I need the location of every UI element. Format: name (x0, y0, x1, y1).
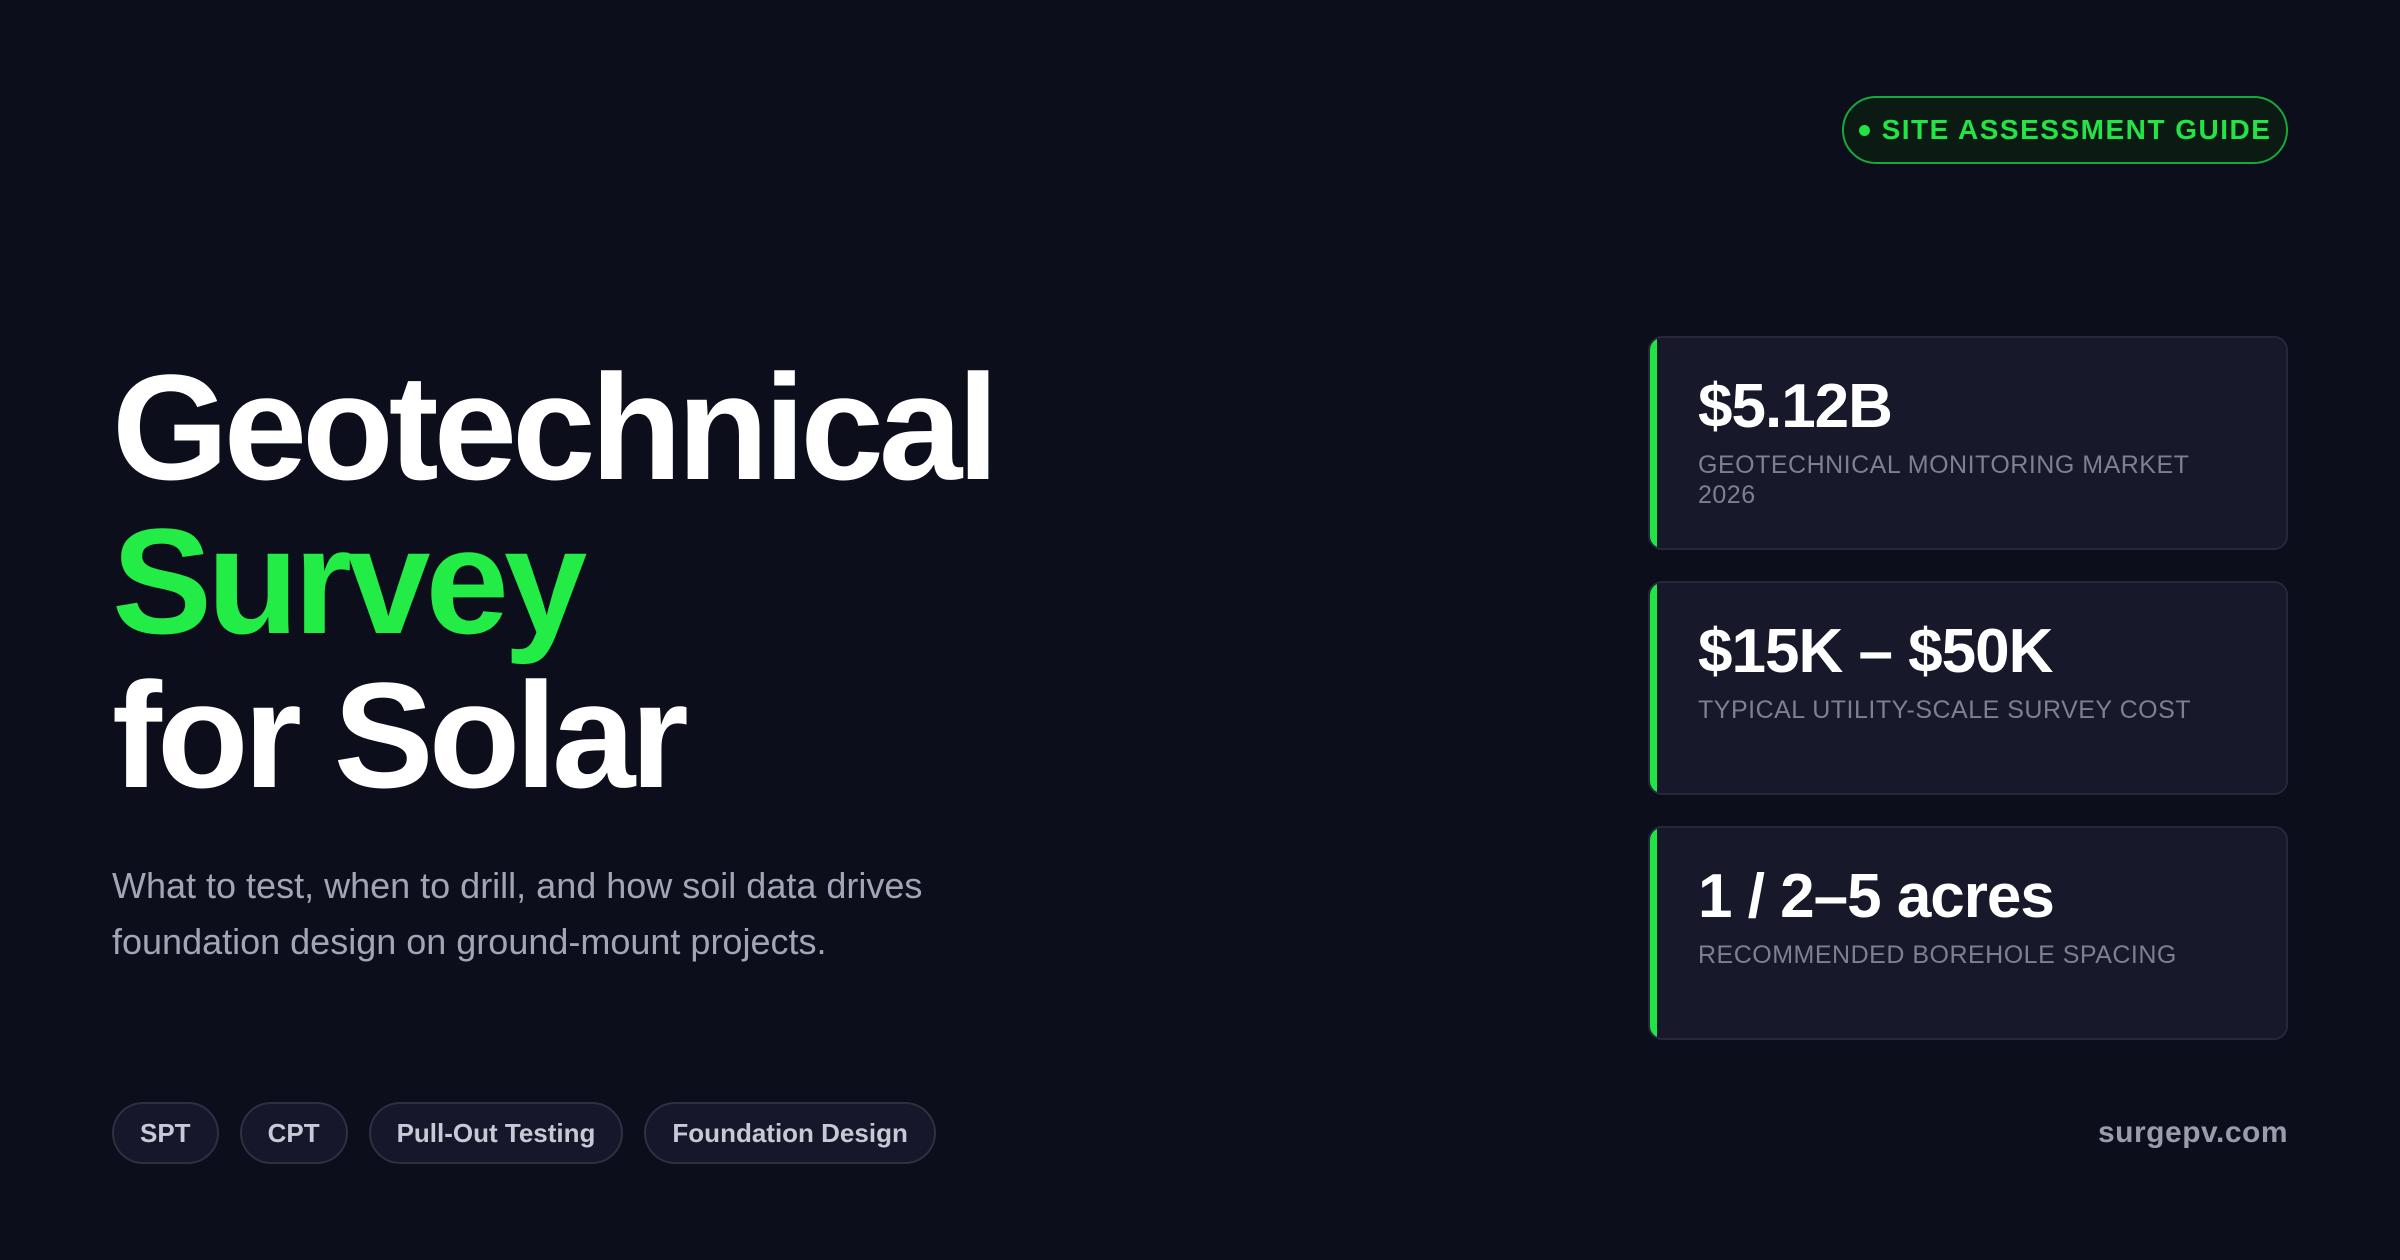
site-url: surgepv.com (2098, 1116, 2288, 1149)
tag-foundation-design: Foundation Design (644, 1102, 936, 1164)
stat-card-survey-cost: $15K – $50K TYPICAL UTILITY-SCALE SURVEY… (1648, 581, 2288, 795)
stat-value: 1 / 2–5 acres (1698, 862, 2055, 931)
stat-value: $5.12B (1698, 372, 1893, 441)
title-line-1: Geotechnical (112, 343, 999, 511)
title-line-2-accent: Survey (112, 497, 587, 665)
stat-card-borehole-spacing: 1 / 2–5 acres RECOMMENDED BOREHOLE SPACI… (1648, 826, 2288, 1040)
page-title: Geotechnical Survey for Solar (112, 343, 999, 819)
stat-value: $15K – $50K (1698, 617, 2053, 686)
badge-label: SITE ASSESSMENT GUIDE (1881, 114, 2272, 145)
page: SITE ASSESSMENT GUIDE Geotechnical Surve… (0, 0, 2400, 1260)
status-dot-icon (1858, 124, 1870, 136)
stat-label: GEOTECHNICAL MONITORING MARKET 2026 (1698, 451, 2189, 509)
tag-list: SPT CPT Pull-Out Testing Foundation Desi… (112, 1102, 936, 1164)
stat-label: RECOMMENDED BOREHOLE SPACING (1698, 941, 2177, 969)
stat-cards: $5.12B GEOTECHNICAL MONITORING MARKET 20… (1648, 336, 2288, 1071)
stat-card-market: $5.12B GEOTECHNICAL MONITORING MARKET 20… (1648, 336, 2288, 550)
category-badge: SITE ASSESSMENT GUIDE (1842, 96, 2288, 164)
subtitle: What to test, when to drill, and how soi… (112, 865, 923, 962)
tag-spt: SPT (112, 1102, 219, 1164)
tag-pull-out-testing: Pull-Out Testing (368, 1102, 624, 1164)
tag-cpt: CPT (239, 1102, 348, 1164)
title-line-3: for Solar (112, 651, 689, 819)
stat-label: TYPICAL UTILITY-SCALE SURVEY COST (1698, 696, 2192, 724)
